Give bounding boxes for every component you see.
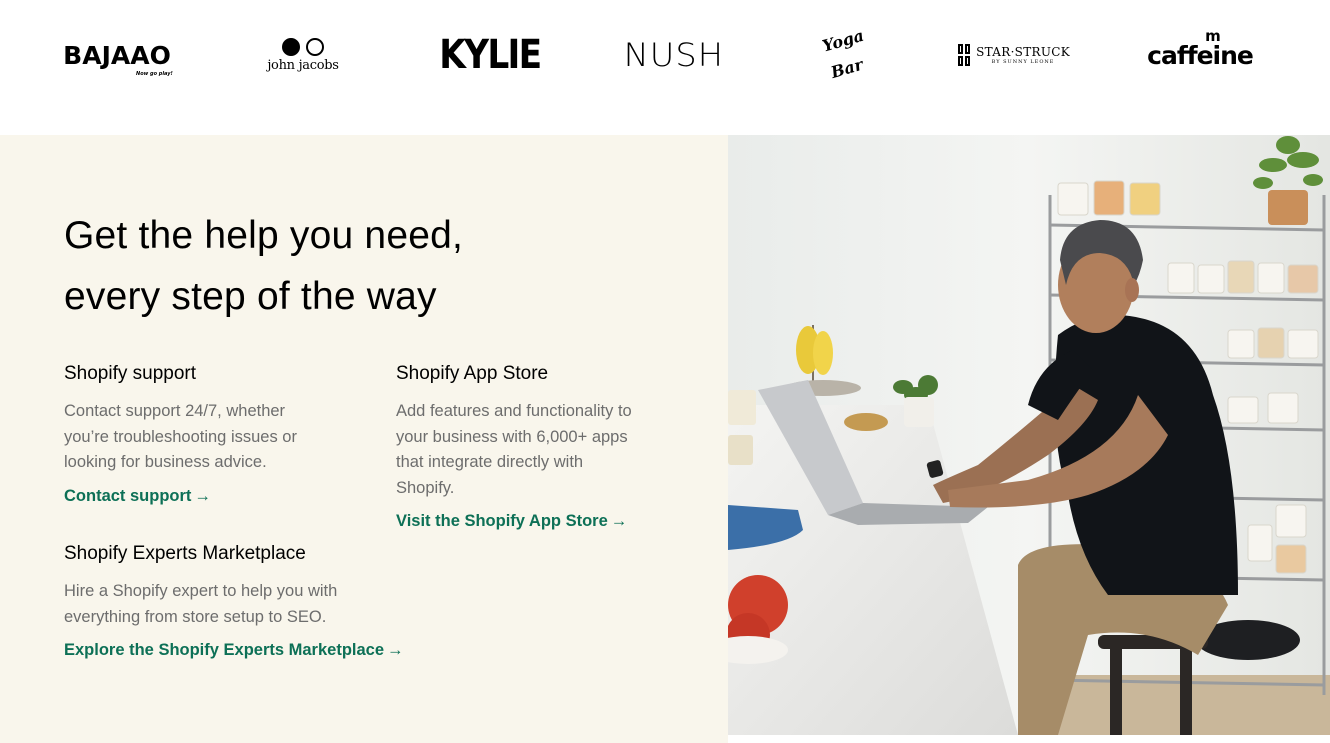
- merchant-photo: [728, 135, 1330, 735]
- arrow-right-icon: →: [194, 486, 211, 505]
- help-heading-line2: every step of the way: [64, 275, 437, 318]
- help-section: Get the help you need, every step of the…: [0, 135, 728, 743]
- logo-yoga-text: Yoga: [819, 25, 866, 56]
- contact-support-label: Contact support: [64, 486, 192, 505]
- support-description: Contact support 24/7, whether you’re tro…: [64, 402, 297, 471]
- experts-card: Shopify Experts Marketplace Hire a Shopi…: [64, 541, 404, 660]
- logo-john-jacobs-text: john jacobs: [267, 57, 339, 73]
- customer-logo-strip: BAJAAO Now go play! john jacobs KYLIE NUS…: [0, 0, 1330, 135]
- help-heading-line1: Get the help you need,: [64, 214, 464, 257]
- arrow-right-icon: →: [387, 641, 404, 659]
- logo-yoga-bar: Yoga Bar: [815, 25, 875, 82]
- starstruck-grid-icon: [958, 44, 971, 66]
- app-store-title: Shopify App Store: [396, 363, 549, 384]
- logo-john-jacobs: john jacobs: [258, 30, 348, 80]
- explore-experts-label: Explore the Shopify Experts Marketplace: [64, 641, 385, 659]
- experts-description: Hire a Shopify expert to help you with e…: [64, 582, 338, 626]
- logo-nush: NUSH: [618, 30, 730, 80]
- logo-kylie-text: KYLIE: [439, 32, 542, 78]
- logo-bajaao-text: BAJAAO: [63, 40, 171, 70]
- man-working-on-laptop-image: [728, 135, 1330, 735]
- logo-bar-text: Bar: [828, 54, 865, 82]
- support-card: Shopify support Contact support 24/7, wh…: [64, 361, 324, 506]
- logo-starstruck: STAR·STRUCK BY SUNNY LEONE: [958, 30, 1070, 80]
- visit-app-store-link[interactable]: Visit the Shopify App Store →: [396, 512, 627, 531]
- john-jacobs-dots-icon: [282, 37, 324, 56]
- explore-experts-link[interactable]: Explore the Shopify Experts Marketplace →: [64, 641, 404, 660]
- contact-support-link[interactable]: Contact support →: [64, 487, 211, 506]
- app-store-description: Add features and functionality to your b…: [396, 402, 632, 497]
- logo-mcaffeine-m: m: [1205, 26, 1221, 45]
- help-heading: Get the help you need, every step of the…: [64, 205, 524, 327]
- arrow-right-icon: →: [610, 512, 628, 530]
- visit-app-store-label: Visit the Shopify App Store: [396, 512, 608, 530]
- logo-bajaao-tagline: Now go play!: [136, 70, 173, 77]
- logo-bajaao: BAJAAO Now go play!: [62, 30, 173, 80]
- logo-mcaffeine-text: caffeine: [1147, 40, 1254, 70]
- experts-title: Shopify Experts Marketplace: [64, 543, 306, 564]
- logo-starstruck-text: STAR·STRUCK: [976, 45, 1070, 59]
- logo-mcaffeine: m caffeine: [1146, 26, 1254, 80]
- logo-nush-text: NUSH: [623, 36, 725, 74]
- support-title: Shopify support: [64, 363, 197, 384]
- logo-kylie: KYLIE: [439, 30, 542, 80]
- app-store-card: Shopify App Store Add features and funct…: [396, 361, 636, 531]
- logo-starstruck-subtext: BY SUNNY LEONE: [991, 59, 1055, 65]
